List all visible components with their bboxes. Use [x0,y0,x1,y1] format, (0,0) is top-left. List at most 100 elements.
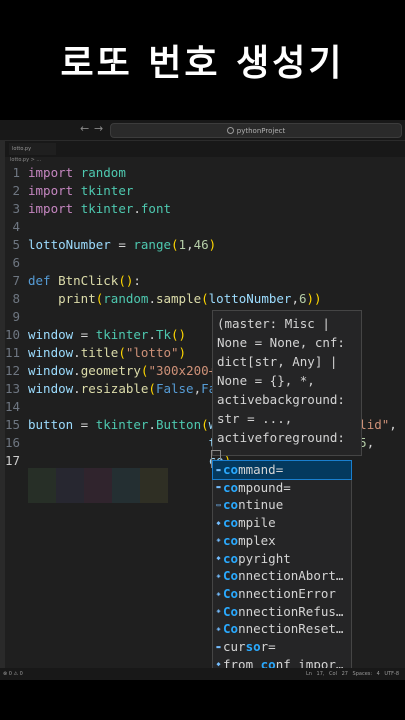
problems-count[interactable]: ⊗ 0 ⚠ 0 [3,668,23,680]
code-token: tkinter [95,417,149,432]
cursor-position[interactable]: Ln 17, Col 27 Spaces: 4 UTF-8 [306,668,399,680]
class-icon: ◈ [216,624,221,633]
code-token: lottoNumber [28,237,111,252]
suggestion-item[interactable]: ◆ compile [213,514,351,532]
code-token: = [110,237,134,252]
code-token: . [148,291,156,306]
code-token: )) [306,291,322,306]
suggestion-item[interactable]: ◈ ConnectionError [213,585,351,603]
indent-guide [112,468,140,503]
suggestion-item[interactable]: ▬ compound= [213,479,351,497]
suggestion-text: nnectionRefus… [238,603,344,619]
variable-icon: ▬ [216,642,221,651]
line-number: 4 [12,219,20,234]
keyword-icon: ▭ [216,501,221,510]
suggestion-item[interactable]: ▭ continue [213,496,351,514]
code-token: random [80,165,126,180]
code-token: def [28,273,59,288]
code-token: BtnClick [58,273,119,288]
code-token: . [73,381,81,396]
suggestion-item[interactable]: ▬ cursor= [213,638,351,656]
suggestion-text: ntinue [238,497,284,513]
code-token: () [171,327,187,342]
code-token: tkinter [95,327,149,342]
forward-arrow-icon[interactable]: → [94,122,103,135]
code-token: = [73,327,96,342]
class-icon: ◈ [216,589,221,598]
code-token: ( [118,345,126,360]
code-token: window [28,381,74,396]
suggestion-match: co [223,550,239,566]
suggestion-item[interactable]: ◈ ConnectionRefus… [213,603,351,621]
signature-line: dict[str, Any] | [217,354,338,369]
suggestion-item[interactable]: ◈ ConnectionReset… [213,620,351,638]
vscode-window: ← → pythonProject lotto.py lotto.py > ..… [0,120,405,680]
suggestion-match: co [223,462,239,477]
code-token: lottoNumber [208,291,292,306]
code-token: range [133,237,172,252]
suggestion-text: r= [260,639,276,654]
signature-line: None = {}, *, [217,373,315,388]
suggestion-text: mpile [238,515,276,531]
line-number: 16 [4,435,20,450]
signature-line: None = None, cnf: [217,335,345,350]
code-token: ( [201,417,209,432]
autocomplete-list[interactable]: ▬ command= ▬ compound= ▭ continue ◆ compile ◈ com… [212,460,352,675]
code-token: geometry [80,363,141,378]
line-number: 11 [4,345,20,360]
video-title: 로또 번호 생성기 [60,43,345,84]
code-token: , [389,417,397,432]
class-icon: ◈ [216,571,221,580]
line-number: 15 [4,417,20,432]
suggestion-text: nnectionReset… [238,621,344,637]
code-token: = [73,417,96,432]
code-token: Button [155,417,202,432]
indent-guide [84,468,112,503]
variable-icon: ▬ [216,483,221,492]
suggestion-item[interactable]: ◈ ConnectionAbort… [213,567,351,585]
class-icon: ◈ [216,536,221,545]
suggestion-match: Co [223,603,239,619]
code-token: button [28,417,74,432]
suggestion-text: pyright [238,550,291,566]
suggestion-text: cur [223,639,246,654]
code-token: resizable [80,381,149,396]
variable-icon: ▬ [216,465,221,474]
indent-guide [56,468,84,503]
code-token: window [28,363,74,378]
code-token: sample [155,291,202,306]
suggestion-item[interactable]: ◈ complex [213,532,351,550]
tab-lotto-py[interactable]: lotto.py [9,143,56,155]
indent-guide [140,468,168,503]
code-token: . [148,417,156,432]
code-token: tkinter [80,183,134,198]
code-token: font [140,201,172,216]
search-icon [226,127,234,134]
back-arrow-icon[interactable]: ← [80,122,89,135]
suggestion-match: Co [223,568,239,584]
suggestion-text: mmand= [238,462,284,477]
line-number: 8 [12,291,20,306]
code-token: title [80,345,119,360]
suggestion-match: Co [223,621,239,637]
code-token: ( [148,381,156,396]
video-title-banner: 로또 번호 생성기 [0,0,405,120]
code-token: . [133,201,141,216]
command-center-search[interactable]: pythonProject [110,123,402,138]
suggestion-match: co [223,532,239,548]
suggestion-item[interactable]: ◆ copyright [213,550,351,568]
line-number: 12 [4,363,20,378]
signature-line: activeforeground: [217,430,345,445]
code-token: window [28,345,74,360]
code-token: : [133,273,141,288]
suggestion-match: co [223,515,239,531]
workspace-name: pythonProject [236,126,286,135]
suggestion-item[interactable]: ▬ command= [212,460,352,480]
line-number: 5 [12,237,20,252]
suggestion-match: co [223,497,239,513]
code-token: , [366,435,375,450]
line-number: 9 [12,309,20,324]
